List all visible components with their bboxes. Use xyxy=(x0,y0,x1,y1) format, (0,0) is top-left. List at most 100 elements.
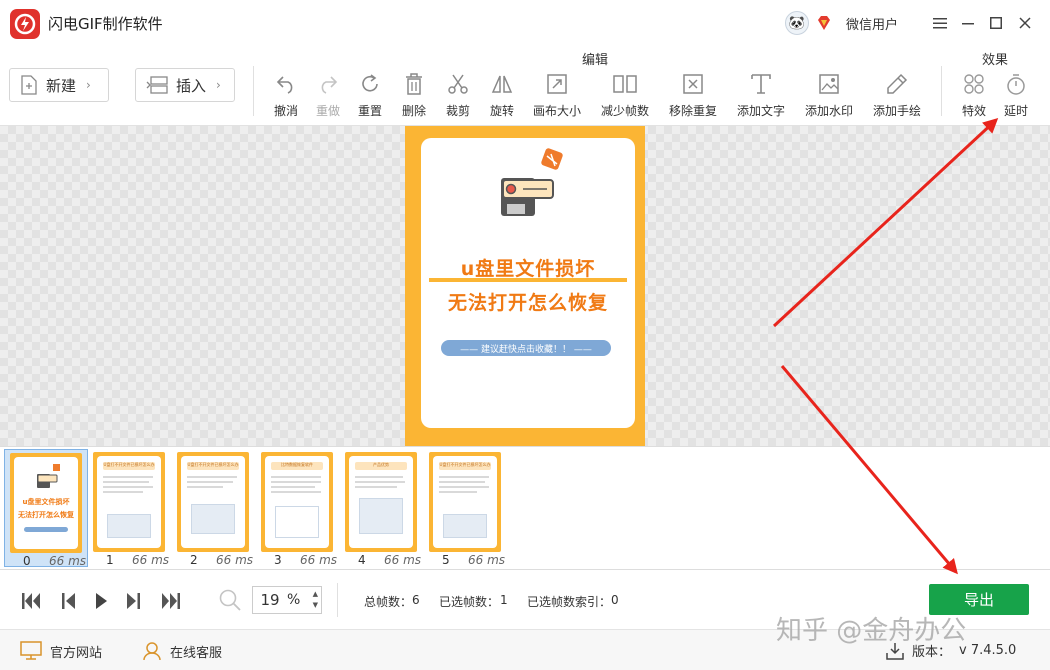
undo-icon xyxy=(274,72,298,96)
play-icon[interactable] xyxy=(88,588,114,614)
frame-thumbnail-0[interactable]: u盘里文件损坏 无法打开怎么恢复 0 66 ms xyxy=(4,449,88,568)
add-watermark-label: 添加水印 xyxy=(804,104,853,118)
thumb-pill xyxy=(24,527,68,532)
first-frame-icon[interactable] xyxy=(18,588,44,614)
frame-thumb-image: U盘打不开文件已损坏怎么办 xyxy=(177,452,249,552)
insert-icon xyxy=(146,76,168,94)
frame-delay[interactable]: 66 ms xyxy=(216,553,253,567)
canvas-size-button[interactable]: 画布大小 xyxy=(529,72,585,119)
online-support-link[interactable]: 在线客服 xyxy=(142,641,222,661)
frame-strip: u盘里文件损坏 无法打开怎么恢复 0 66 ms U盘打不开文件已损坏怎么办 1… xyxy=(0,446,1050,570)
chevron-right-icon: › xyxy=(86,78,91,92)
scissors-icon xyxy=(446,72,470,96)
reduce-frames-button[interactable]: 减少帧数 xyxy=(597,72,653,119)
selected-frames-label: 已选帧数： xyxy=(439,595,500,609)
frame-delay[interactable]: 66 ms xyxy=(49,554,86,568)
last-frame-icon[interactable] xyxy=(158,588,184,614)
reduce-frames-icon xyxy=(613,72,637,96)
user-avatar[interactable]: 🐼 xyxy=(785,11,809,35)
crop-label: 裁剪 xyxy=(445,104,470,118)
frame-thumb-image: 产品优势 xyxy=(345,452,417,552)
effects-icon xyxy=(962,72,986,96)
usb-drive-icon xyxy=(37,464,60,488)
user-name[interactable]: 微信用户 xyxy=(846,14,898,33)
maximize-icon[interactable] xyxy=(985,12,1007,34)
add-text-button[interactable]: 添加文字 xyxy=(733,72,789,119)
add-drawing-button[interactable]: 添加手绘 xyxy=(869,72,925,119)
preview-card: u盘里文件损坏 无法打开怎么恢复 —— 建议赶快点击收藏！！ —— xyxy=(421,138,635,428)
delay-label: 延时 xyxy=(1003,104,1028,118)
thumb-title: U盘打不开文件已损坏怎么办 xyxy=(187,462,239,467)
add-watermark-button[interactable]: 添加水印 xyxy=(801,72,857,119)
official-website-link[interactable]: 官方网站 xyxy=(20,641,102,661)
menu-icon[interactable] xyxy=(929,12,951,34)
thumb-title: U盘打不开文件已损坏怎么办 xyxy=(439,462,491,467)
pencil-icon xyxy=(885,72,909,96)
frame-thumb-image: U盘打不开文件已损坏怎么办 xyxy=(429,452,501,552)
delay-button[interactable]: 延时 xyxy=(988,72,1044,119)
frame-delay[interactable]: 66 ms xyxy=(300,553,337,567)
support-agent-icon xyxy=(143,642,161,661)
online-support-label: 在线客服 xyxy=(170,645,223,661)
insert-button[interactable]: 插入 › xyxy=(135,68,235,102)
total-frames-label: 总帧数： xyxy=(364,595,413,609)
frame-delay[interactable]: 66 ms xyxy=(384,553,421,567)
minimize-icon[interactable] xyxy=(957,12,979,34)
toolbar-separator xyxy=(941,66,942,116)
frame-index: 1 xyxy=(106,553,114,567)
add-text-label: 添加文字 xyxy=(736,104,785,118)
preview-title-line1: u盘里文件损坏 xyxy=(460,258,596,280)
title-bar: 闪电GIF制作软件 🐼 微信用户 xyxy=(0,0,1050,46)
frame-thumbnail-3[interactable]: 比特数据恢复软件 3 66 ms xyxy=(256,449,340,567)
new-button-label: 新建 xyxy=(46,76,77,95)
close-icon[interactable] xyxy=(1014,12,1036,34)
toolbar: 编辑 效果 新建 › 插入 › 撤消 重做 重置 删除 裁剪 旋转 画布大小 减… xyxy=(0,46,1050,126)
rotate-button[interactable]: 旋转 xyxy=(474,72,530,119)
watermark-text: 知乎 @金舟办公 xyxy=(776,616,967,646)
effects-label: 特效 xyxy=(961,104,986,118)
canvas-size-label: 画布大小 xyxy=(532,104,581,118)
preview-image[interactable]: u盘里文件损坏 无法打开怎么恢复 —— 建议赶快点击收藏！！ —— xyxy=(405,126,645,446)
text-icon xyxy=(749,72,773,96)
zoom-stepper[interactable]: 19 % ▲ ▼ xyxy=(252,586,322,614)
frame-index: 4 xyxy=(358,553,366,567)
thumb-title: 产品优势 xyxy=(373,462,389,467)
zoom-spin-icon[interactable]: ▲ ▼ xyxy=(313,589,318,611)
remove-duplicates-button[interactable]: 移除重复 xyxy=(665,72,721,119)
chevron-right-icon: › xyxy=(216,78,221,92)
vip-diamond-icon[interactable] xyxy=(815,14,833,32)
usb-drive-icon xyxy=(501,148,563,216)
frame-index: 0 xyxy=(23,554,31,568)
selected-frames-value: 1 xyxy=(500,593,508,607)
delete-label: 删除 xyxy=(401,104,426,118)
toolbar-separator xyxy=(253,66,254,116)
zoom-unit: % xyxy=(287,592,301,608)
total-frames-value: 6 xyxy=(412,593,420,607)
redo-label: 重做 xyxy=(315,104,340,118)
reset-label: 重置 xyxy=(357,104,382,118)
group-label-edit: 编辑 xyxy=(582,53,609,68)
remove-duplicates-icon xyxy=(681,72,705,96)
next-frame-icon[interactable] xyxy=(120,588,146,614)
new-button[interactable]: 新建 › xyxy=(9,68,109,102)
frame-delay[interactable]: 66 ms xyxy=(468,553,505,567)
frame-delay[interactable]: 66 ms xyxy=(132,553,169,567)
frame-thumbnail-5[interactable]: U盘打不开文件已损坏怎么办 5 66 ms xyxy=(424,449,508,567)
preview-title-line2: 无法打开怎么恢复 xyxy=(447,292,608,314)
reduce-frames-label: 减少帧数 xyxy=(600,104,649,118)
canvas-area[interactable]: u盘里文件损坏 无法打开怎么恢复 —— 建议赶快点击收藏！！ —— xyxy=(0,126,1050,446)
redo-icon xyxy=(316,72,340,96)
new-file-icon xyxy=(21,75,37,95)
frame-thumbnail-2[interactable]: U盘打不开文件已损坏怎么办 2 66 ms xyxy=(172,449,256,567)
thumb-title: U盘打不开文件已损坏怎么办 xyxy=(103,462,155,467)
official-website-label: 官方网站 xyxy=(50,645,103,661)
frame-thumbnail-1[interactable]: U盘打不开文件已损坏怎么办 1 66 ms xyxy=(88,449,172,567)
player-separator xyxy=(337,583,338,617)
resize-icon xyxy=(545,72,569,96)
zoom-value[interactable]: 19 xyxy=(253,591,287,609)
frame-thumb-image: 比特数据恢复软件 xyxy=(261,452,333,552)
frame-thumbnail-4[interactable]: 产品优势 4 66 ms xyxy=(340,449,424,567)
frame-thumb-image: u盘里文件损坏 无法打开怎么恢复 xyxy=(10,453,82,553)
thumb-title-line1: u盘里文件损坏 xyxy=(22,498,70,506)
previous-frame-icon[interactable] xyxy=(56,588,82,614)
